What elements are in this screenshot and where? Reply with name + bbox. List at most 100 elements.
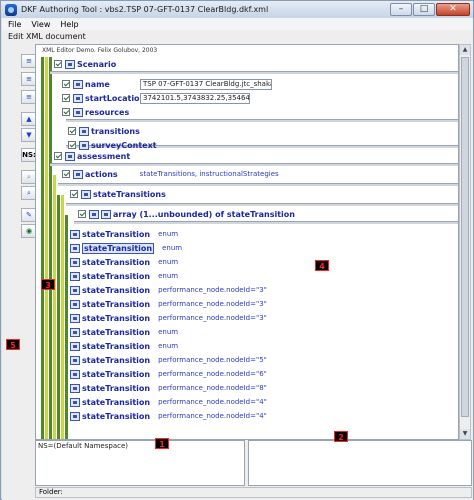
element-node-icon	[101, 209, 111, 219]
menu-view[interactable]: View	[25, 20, 54, 29]
node-label: transitions	[91, 126, 140, 136]
startlocation-checkbox[interactable]	[62, 94, 70, 102]
item-label: stateTransition	[82, 327, 151, 337]
array-checkbox[interactable]	[78, 210, 86, 218]
node-label: name	[85, 79, 110, 89]
element-node-icon	[70, 229, 80, 239]
actions-checkbox[interactable]	[62, 170, 70, 178]
window-controls: – □ ✕	[390, 3, 470, 16]
tree-item-statetransition[interactable]: stateTransition enum	[70, 339, 178, 353]
element-node-icon	[70, 369, 80, 379]
tree-separator	[66, 203, 458, 206]
transitions-checkbox[interactable]	[68, 127, 76, 135]
tree-item-statetransition[interactable]: stateTransition performance_node.nodeId="…	[70, 283, 267, 297]
minimize-button[interactable]: –	[390, 3, 412, 16]
element-node-icon	[70, 355, 80, 365]
tree-item-statetransition[interactable]: stateTransition enum	[70, 227, 178, 241]
item-value: performance_node.nodeId="8"	[158, 384, 267, 392]
item-value: performance_node.nodeId="4"	[158, 398, 267, 406]
tree-separator	[74, 221, 458, 224]
element-node-icon	[70, 271, 80, 281]
node-label: stateTransitions	[93, 189, 166, 199]
item-value: enum	[158, 272, 179, 280]
element-node-icon	[70, 257, 80, 267]
tree-item-statetransition[interactable]: stateTransition enum	[70, 325, 178, 339]
attribute-node-icon	[73, 79, 83, 89]
menu-help[interactable]: Help	[54, 20, 82, 29]
item-label: stateTransition	[82, 355, 151, 365]
namespace-panel[interactable]: NS=(Default Namespace)	[35, 440, 245, 486]
tree-node-resources[interactable]: resources	[62, 105, 129, 119]
scenario-checkbox[interactable]	[54, 60, 62, 68]
tree-node-statetransitions[interactable]: stateTransitions	[70, 187, 166, 201]
item-value: enum	[158, 230, 179, 238]
assessment-checkbox[interactable]	[54, 152, 62, 160]
element-node-icon	[70, 299, 80, 309]
close-button[interactable]: ✕	[436, 3, 470, 16]
element-node-icon	[70, 313, 80, 323]
namespace-text: NS=(Default Namespace)	[38, 442, 128, 450]
element-node-icon	[70, 341, 80, 351]
node-label: startLocation	[85, 93, 146, 103]
node-label: assessment	[77, 151, 131, 161]
tree-node-array[interactable]: array (1...unbounded) of stateTransition	[78, 207, 295, 221]
editor-scrollbar[interactable]: ▲ ▼	[459, 44, 471, 440]
window-title: DKF Authoring Tool : vbs2.TSP 07-GFT-013…	[21, 5, 269, 14]
element-node-icon	[70, 397, 80, 407]
menu-file[interactable]: File	[2, 20, 25, 29]
node-value: stateTransitions, instructionalStrategie…	[139, 170, 279, 178]
name-value-field[interactable]: TSP 07-GFT-0137 ClearBldg.jtc_shakarat	[140, 79, 272, 90]
tree-guide-bar	[61, 195, 64, 439]
resources-checkbox[interactable]	[62, 108, 70, 116]
tree-node-transitions[interactable]: transitions	[68, 124, 140, 138]
scroll-thumb[interactable]	[461, 57, 469, 417]
app-body: Edit XML document ≡ ≡ ≡ ▲ ▼ NS: ⌕ ⌕ ✎ ◉ …	[2, 30, 473, 500]
array-node-icon	[89, 209, 99, 219]
maximize-button[interactable]: □	[413, 3, 435, 16]
item-value: performance_node.nodeId="5"	[158, 356, 267, 364]
startlocation-value-field[interactable]: 3742101.5,3743832.25,3546412.5	[140, 93, 250, 104]
tree-item-statetransition[interactable]: stateTransition performance_node.nodeId="…	[70, 353, 267, 367]
name-checkbox[interactable]	[62, 80, 70, 88]
item-label: stateTransition	[82, 313, 151, 323]
scroll-down-icon[interactable]: ▼	[460, 429, 470, 439]
xml-editor-tree: XML Editor Demo. Felix Golubov, 2003 Sce…	[35, 44, 459, 440]
details-panel[interactable]	[248, 440, 472, 486]
tree-item-statetransition[interactable]: stateTransition enum	[70, 255, 178, 269]
tree-item-statetransition[interactable]: stateTransition performance_node.nodeId="…	[70, 409, 267, 423]
scroll-up-icon[interactable]: ▲	[460, 45, 470, 55]
tree-separator	[50, 163, 458, 166]
tree-item-statetransition[interactable]: stateTransition enum	[70, 269, 178, 283]
item-value: performance_node.nodeId="4"	[158, 412, 267, 420]
item-label: stateTransition	[82, 285, 151, 295]
tree-node-assessment[interactable]: assessment	[54, 149, 130, 163]
tree-item-statetransition[interactable]: stateTransition performance_node.nodeId="…	[70, 381, 267, 395]
node-label: Scenario	[77, 59, 117, 69]
tree-node-startlocation[interactable]: startLocation	[62, 91, 145, 105]
element-node-icon	[70, 243, 80, 253]
tree-guide-bar	[53, 175, 56, 439]
item-label: stateTransition	[82, 383, 151, 393]
annotation-marker-5: 5	[6, 339, 20, 350]
element-node-icon	[65, 151, 75, 161]
item-label: stateTransition	[82, 397, 151, 407]
tree-item-statetransition[interactable]: stateTransition performance_node.nodeId="…	[70, 297, 267, 311]
tree-item-statetransition[interactable]: stateTransition performance_node.nodeId="…	[70, 311, 267, 325]
item-value: performance_node.nodeId="3"	[158, 286, 267, 294]
tree-guide-bar	[65, 215, 68, 439]
tree-node-scenario[interactable]: Scenario	[54, 57, 116, 71]
statetransitions-checkbox[interactable]	[70, 190, 78, 198]
tree-item-statetransition[interactable]: stateTransition performance_node.nodeId="…	[70, 395, 267, 409]
tree-separator	[50, 71, 458, 74]
tree-item-statetransition[interactable]: stateTransition enum	[70, 241, 182, 255]
attribute-node-icon	[73, 93, 83, 103]
element-node-icon	[73, 169, 83, 179]
item-label: stateTransition	[82, 411, 151, 421]
item-label: stateTransition	[82, 229, 151, 239]
item-value: enum	[158, 342, 179, 350]
tree-node-actions[interactable]: actions stateTransitions, instructionalS…	[62, 167, 279, 181]
item-value: enum	[158, 328, 179, 336]
surveycontext-checkbox[interactable]	[68, 141, 76, 149]
tree-node-name[interactable]: name	[62, 77, 110, 91]
tree-item-statetransition[interactable]: stateTransition performance_node.nodeId="…	[70, 367, 267, 381]
